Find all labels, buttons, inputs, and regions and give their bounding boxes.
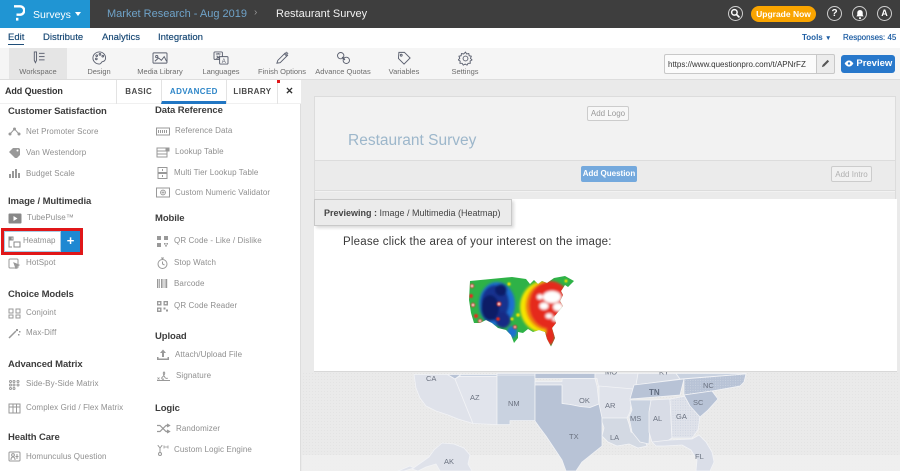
- svg-text:AL: AL: [653, 414, 662, 423]
- svg-text:SC: SC: [693, 398, 704, 407]
- svg-text:TX: TX: [569, 432, 579, 441]
- svg-text:MO: MO: [605, 372, 617, 377]
- svg-text:NC: NC: [703, 381, 714, 390]
- svg-text:GA: GA: [676, 412, 687, 421]
- svg-text:NM: NM: [508, 399, 520, 408]
- svg-text:TN: TN: [649, 388, 660, 397]
- svg-text:AK: AK: [444, 457, 454, 466]
- svg-text:CA: CA: [426, 374, 436, 383]
- svg-text:OK: OK: [579, 396, 590, 405]
- svg-text:AR: AR: [605, 401, 616, 410]
- svg-text:FL: FL: [695, 452, 704, 461]
- svg-text:LA: LA: [610, 433, 619, 442]
- svg-text:KY: KY: [659, 372, 669, 377]
- svg-text:MS: MS: [630, 414, 641, 423]
- svg-text:AZ: AZ: [470, 393, 480, 402]
